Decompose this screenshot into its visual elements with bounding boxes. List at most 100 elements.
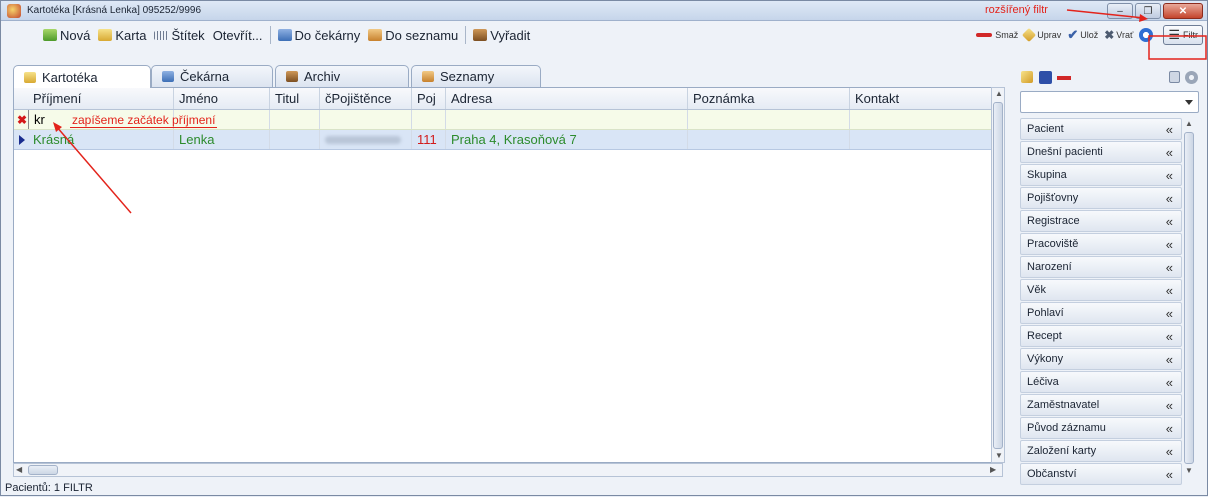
- to-list-button[interactable]: Do seznamu: [364, 24, 462, 46]
- expand-chevron-icon[interactable]: «: [1166, 237, 1173, 252]
- expand-chevron-icon[interactable]: «: [1166, 283, 1173, 298]
- column-header-address[interactable]: Adresa: [446, 88, 688, 109]
- expand-chevron-icon[interactable]: «: [1166, 398, 1173, 413]
- filter-section-recept[interactable]: Recept «: [1020, 325, 1182, 347]
- insurer-filter-input[interactable]: [412, 110, 446, 129]
- filter-section-zamestnavatel[interactable]: Zaměstnavatel «: [1020, 394, 1182, 416]
- card-file-icon: [24, 71, 36, 83]
- tab-cekarna[interactable]: Čekárna: [151, 65, 273, 87]
- scroll-down-icon[interactable]: ▼: [995, 451, 1003, 460]
- expand-chevron-icon[interactable]: «: [1166, 329, 1173, 344]
- scroll-thumb[interactable]: [28, 465, 58, 475]
- to-waiting-room-button[interactable]: Do čekárny: [274, 24, 365, 46]
- expand-chevron-icon[interactable]: «: [1166, 375, 1173, 390]
- tab-archiv[interactable]: Archiv: [275, 65, 409, 87]
- column-header-name[interactable]: Jméno: [174, 88, 270, 109]
- cell-surname[interactable]: Krásná: [28, 130, 174, 149]
- filter-section-zalozeni-karty[interactable]: Založení karty «: [1020, 440, 1182, 462]
- expand-chevron-icon[interactable]: «: [1166, 145, 1173, 160]
- chevron-down-icon: [1185, 100, 1193, 105]
- filter-panel-scrollbar[interactable]: ▲ ▼: [1183, 118, 1195, 478]
- column-header-title[interactable]: Titul: [270, 88, 320, 109]
- discard-button[interactable]: Vyřadit: [469, 24, 534, 46]
- cell-contact[interactable]: [850, 130, 1002, 149]
- save-disk-icon[interactable]: [1039, 71, 1052, 84]
- cell-insured-number[interactable]: [320, 130, 412, 149]
- grid-horizontal-scrollbar[interactable]: ◀ ▶: [13, 463, 1003, 477]
- insured-number-filter-input[interactable]: [320, 110, 412, 129]
- tab-label: Archiv: [304, 69, 341, 84]
- title-filter-input[interactable]: [270, 110, 320, 129]
- brush-icon[interactable]: [1021, 71, 1033, 83]
- filter-section-registrace[interactable]: Registrace «: [1020, 210, 1182, 232]
- table-row[interactable]: Krásná Lenka 111 Praha 4, Krasoňová 7: [14, 130, 1004, 150]
- filter-section-vykony[interactable]: Výkony «: [1020, 348, 1182, 370]
- scroll-thumb[interactable]: [993, 102, 1003, 449]
- cell-insurer[interactable]: 111: [412, 130, 446, 149]
- expand-chevron-icon[interactable]: «: [1166, 122, 1173, 137]
- grid-vertical-scrollbar[interactable]: ▲ ▼: [991, 87, 1005, 463]
- filter-section-vek[interactable]: Věk «: [1020, 279, 1182, 301]
- filter-section-pohlavi[interactable]: Pohlaví «: [1020, 302, 1182, 324]
- cell-name[interactable]: Lenka: [174, 130, 270, 149]
- address-filter-input[interactable]: [446, 110, 688, 129]
- cell-address[interactable]: Praha 4, Krasoňová 7: [446, 130, 688, 149]
- scroll-right-icon[interactable]: ▶: [990, 465, 996, 474]
- filter-section-pojistovny[interactable]: Pojišťovny «: [1020, 187, 1182, 209]
- column-header-insurer[interactable]: Poj: [412, 88, 446, 109]
- refresh-button[interactable]: [1136, 24, 1159, 46]
- cell-note[interactable]: [688, 130, 850, 149]
- filter-section-skupina[interactable]: Skupina «: [1020, 164, 1182, 186]
- card-icon: [98, 29, 113, 41]
- filter-section-obcanstvi[interactable]: Občanství «: [1020, 463, 1182, 485]
- cell-title[interactable]: [270, 130, 320, 149]
- filter-section-pracoviste[interactable]: Pracoviště «: [1020, 233, 1182, 255]
- scroll-left-icon[interactable]: ◀: [16, 465, 22, 474]
- save-button[interactable]: ✔ Ulož: [1064, 24, 1101, 46]
- column-header-contact[interactable]: Kontakt: [850, 88, 1002, 109]
- filter-section-pacient[interactable]: Pacient «: [1020, 118, 1182, 140]
- tab-kartoteka[interactable]: Kartotéka: [13, 65, 151, 88]
- expand-chevron-icon[interactable]: «: [1166, 191, 1173, 206]
- filter-section-narozeni[interactable]: Narození «: [1020, 256, 1182, 278]
- expand-chevron-icon[interactable]: «: [1166, 444, 1173, 459]
- scroll-down-icon[interactable]: ▼: [1185, 466, 1193, 475]
- delete-button[interactable]: Smaž: [973, 24, 1021, 46]
- filter-button[interactable]: ☰ Filtr: [1163, 25, 1203, 45]
- gear-icon[interactable]: [1185, 71, 1198, 84]
- label-button[interactable]: Štítek: [150, 24, 208, 46]
- column-header-surname[interactable]: Příjmení: [28, 88, 174, 109]
- filter-section-leciva[interactable]: Léčiva «: [1020, 371, 1182, 393]
- scroll-up-icon[interactable]: ▲: [995, 89, 1003, 98]
- expand-chevron-icon[interactable]: «: [1166, 352, 1173, 367]
- patient-grid: Příjmení Jméno Titul čPojištěnce Poj Adr…: [13, 87, 1004, 463]
- new-button[interactable]: Nová: [39, 24, 94, 46]
- expand-chevron-icon[interactable]: «: [1166, 260, 1173, 275]
- card-button[interactable]: Karta: [94, 24, 150, 46]
- maximize-button[interactable]: ❐: [1135, 3, 1161, 19]
- saved-filter-select[interactable]: [1020, 91, 1199, 113]
- open-button[interactable]: Otevřít...: [209, 24, 267, 46]
- note-filter-input[interactable]: [688, 110, 850, 129]
- clear-filter-icon[interactable]: ✖: [17, 113, 27, 127]
- copy-icon[interactable]: [1169, 71, 1180, 83]
- scroll-up-icon[interactable]: ▲: [1185, 119, 1193, 128]
- filter-section-puvod-zaznamu[interactable]: Původ záznamu «: [1020, 417, 1182, 439]
- filter-section-dnesni-pacienti[interactable]: Dnešní pacienti «: [1020, 141, 1182, 163]
- edit-button[interactable]: Uprav: [1021, 24, 1064, 46]
- expand-chevron-icon[interactable]: «: [1166, 214, 1173, 229]
- expand-chevron-icon[interactable]: «: [1166, 168, 1173, 183]
- scroll-thumb[interactable]: [1184, 132, 1194, 464]
- expand-chevron-icon[interactable]: «: [1166, 421, 1173, 436]
- contact-filter-input[interactable]: [850, 110, 1002, 129]
- expand-chevron-icon[interactable]: «: [1166, 467, 1173, 482]
- delete-icon[interactable]: [1057, 76, 1071, 80]
- column-header-insured-number[interactable]: čPojištěnce: [320, 88, 412, 109]
- minimize-button[interactable]: –: [1107, 3, 1133, 19]
- expand-chevron-icon[interactable]: «: [1166, 306, 1173, 321]
- revert-button[interactable]: ✖ Vrať: [1101, 24, 1136, 46]
- archive-icon: [286, 71, 298, 82]
- close-button[interactable]: ✕: [1163, 3, 1203, 19]
- column-header-note[interactable]: Poznámka: [688, 88, 850, 109]
- tab-seznamy[interactable]: Seznamy: [411, 65, 541, 87]
